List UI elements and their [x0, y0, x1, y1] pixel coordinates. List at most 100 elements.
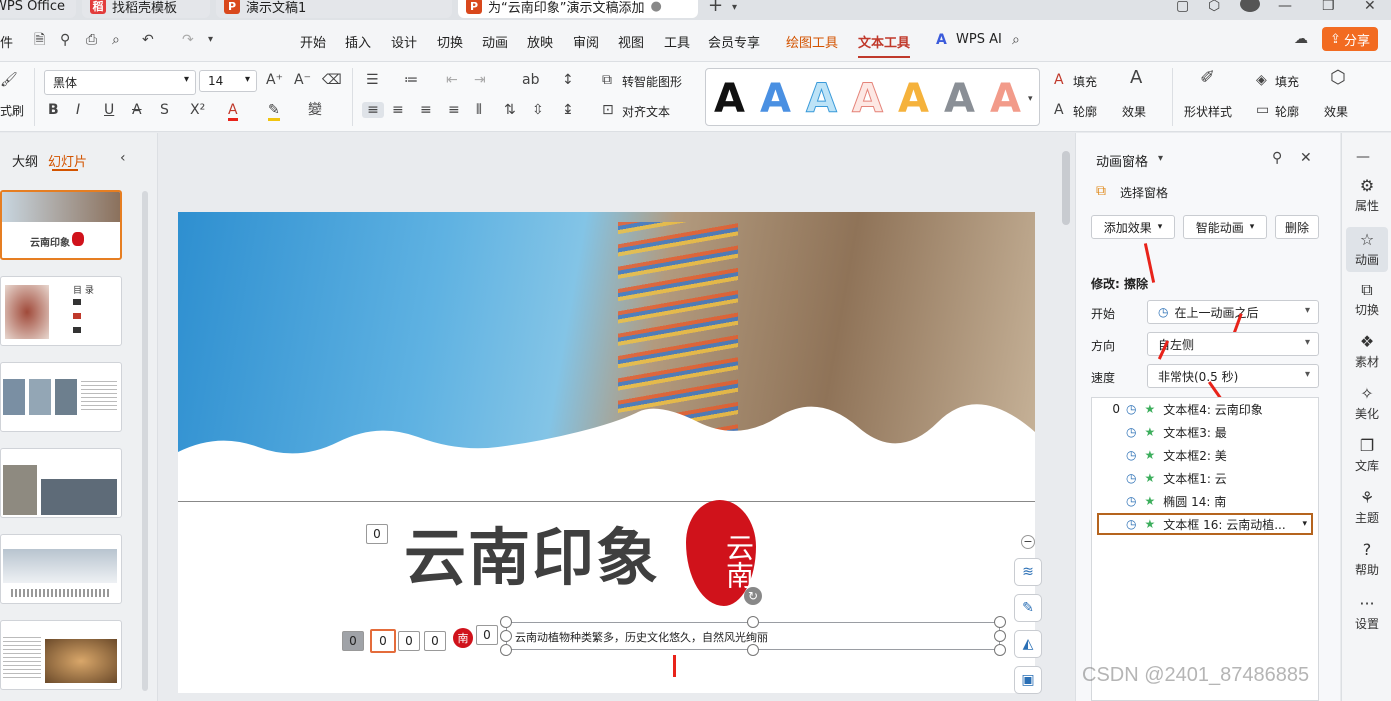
tab-wps-office[interactable]: WPS Office: [0, 0, 76, 18]
layers-icon[interactable]: ≋: [1014, 558, 1042, 586]
text-style-outline-red[interactable]: A: [852, 77, 884, 122]
tab-active-presentation[interactable]: P 为“云南印象”演示文稿添加 ●: [458, 0, 698, 18]
sidebar-item-theme[interactable]: ⚘ 主题: [1342, 489, 1391, 526]
sidebar-item-settings[interactable]: ··· 设置: [1342, 595, 1391, 632]
cloud-upload-icon[interactable]: ☁: [1294, 31, 1308, 47]
menu-slideshow[interactable]: 放映: [527, 32, 553, 51]
tab-templates[interactable]: 稻找稻壳模板: [82, 0, 210, 18]
font-size-select[interactable]: 14 ▾: [199, 70, 257, 92]
anim-tag-selected[interactable]: 0: [370, 629, 396, 653]
shape-effect-button[interactable]: 效果: [1324, 103, 1348, 120]
search-icon[interactable]: ⌕: [1012, 32, 1020, 48]
numbering-icon[interactable]: ≔: [404, 72, 418, 88]
superscript-icon[interactable]: X²: [190, 102, 205, 118]
resize-handle[interactable]: [500, 616, 512, 628]
text-fill-button[interactable]: 填充: [1073, 73, 1097, 90]
indent-icon[interactable]: ⇥: [474, 72, 486, 88]
animation-list-item-selected[interactable]: ◷ ★ 文本框 16: 云南动植... ▾: [1097, 513, 1313, 535]
menu-design[interactable]: 设计: [391, 32, 417, 51]
font-color-icon[interactable]: A: [228, 102, 238, 121]
sidebar-item-animation[interactable]: ☆ 动画: [1346, 227, 1388, 272]
rotate-handle-icon[interactable]: ↻: [744, 587, 762, 605]
outdent-icon[interactable]: ⇤: [446, 72, 458, 88]
anim-tag[interactable]: 0: [366, 524, 388, 544]
menu-member[interactable]: 会员专享: [708, 32, 760, 51]
text-style-gradient-red[interactable]: A: [990, 77, 1021, 121]
save-icon[interactable]: 🗎: [34, 32, 45, 48]
align-left-icon[interactable]: ≡: [362, 102, 384, 118]
select-pane-link[interactable]: 选择窗格: [1120, 184, 1168, 201]
animation-list-item[interactable]: ◷ ★ 椭圆 14: 南: [1092, 490, 1318, 512]
sidebar-item-beautify[interactable]: ✧ 美化: [1342, 385, 1391, 422]
menu-wps-ai[interactable]: WPS AI: [956, 32, 1002, 47]
char-spacing-icon[interactable]: 變: [308, 102, 322, 118]
key-icon[interactable]: ⚲: [60, 32, 70, 48]
quick-access-chevron-icon[interactable]: ▾: [208, 32, 213, 48]
shape-style-button[interactable]: 形状样式: [1184, 103, 1232, 120]
tab-presentation-1[interactable]: P 演示文稿1: [216, 0, 452, 18]
resize-handle[interactable]: [994, 644, 1006, 656]
animation-list-item[interactable]: ◷ ★ 文本框3: 最: [1092, 421, 1318, 443]
sidebar-item-properties[interactable]: ⚙ 属性: [1342, 177, 1391, 214]
format-painter-label[interactable]: 式刷: [0, 102, 24, 119]
line-spacing-icon[interactable]: ⇅: [504, 102, 516, 118]
minimize-bar-icon[interactable]: —: [1356, 149, 1370, 165]
menu-animation[interactable]: 动画: [482, 32, 508, 51]
menu-text-tools[interactable]: 文本工具: [858, 32, 911, 58]
animation-list-item[interactable]: ◷ ★ 文本框2: 美: [1092, 444, 1318, 466]
bold-icon[interactable]: B: [48, 102, 59, 118]
highlight-icon[interactable]: ✎: [268, 102, 280, 121]
resize-handle[interactable]: [500, 644, 512, 656]
anim-tag[interactable]: 0: [476, 625, 498, 645]
cube-icon[interactable]: ⬡: [1208, 0, 1220, 14]
align-right-icon[interactable]: ≡: [420, 102, 432, 118]
sidebar-item-library[interactable]: ❐ 文库: [1342, 437, 1391, 474]
anim-tag[interactable]: 0: [398, 631, 420, 651]
menu-tools[interactable]: 工具: [664, 32, 690, 51]
shape-outline-icon[interactable]: ▭: [1256, 102, 1269, 118]
sort-icon[interactable]: ↕: [562, 72, 574, 88]
collapse-pane-icon[interactable]: ‹: [120, 150, 126, 166]
redo-icon[interactable]: ↷: [182, 32, 194, 48]
text-effect-button[interactable]: 效果: [1122, 103, 1146, 120]
bullets-icon[interactable]: ☰: [366, 72, 379, 88]
resize-handle[interactable]: [747, 616, 759, 628]
pen-icon[interactable]: ✎: [1014, 594, 1042, 622]
print-preview-icon[interactable]: ⌕: [112, 32, 120, 48]
slide-thumbnail-3[interactable]: [0, 362, 122, 432]
start-select[interactable]: ◷ 在上一动画之后 ▾: [1147, 300, 1319, 324]
minimize-icon[interactable]: —: [1278, 0, 1292, 14]
justify-icon[interactable]: ≡: [448, 102, 460, 118]
gallery-expand-icon[interactable]: ▾: [1028, 91, 1033, 107]
slide-thumbnail-6[interactable]: [0, 620, 122, 690]
menu-view[interactable]: 视图: [618, 32, 644, 51]
restore-icon[interactable]: ❐: [1322, 0, 1335, 14]
tab-outline[interactable]: 大纲: [12, 151, 38, 170]
resize-handle[interactable]: [747, 644, 759, 656]
menu-review[interactable]: 审阅: [573, 32, 599, 51]
text-fill-icon[interactable]: A: [1054, 72, 1064, 88]
increase-font-icon[interactable]: A⁺: [266, 72, 283, 88]
menu-insert[interactable]: 插入: [345, 32, 371, 51]
text-style-black[interactable]: A: [714, 77, 745, 121]
text-effect-icon[interactable]: A: [1130, 69, 1142, 87]
menu-drawing-tools[interactable]: 绘图工具: [786, 32, 838, 51]
resize-handle[interactable]: [994, 616, 1006, 628]
format-painter-icon[interactable]: 🖌: [0, 72, 18, 88]
anim-tag[interactable]: 0: [342, 631, 364, 651]
shape-effect-icon[interactable]: ⬡: [1330, 69, 1346, 87]
tab-chevron-down-icon[interactable]: ▾: [732, 0, 737, 16]
frame-icon[interactable]: ▣: [1014, 666, 1042, 694]
text-outline-icon[interactable]: A: [1054, 102, 1064, 118]
distribute-icon[interactable]: ⫴: [476, 102, 482, 118]
direction-select[interactable]: 自左侧 ▾: [1147, 332, 1319, 356]
shadow-icon[interactable]: S: [160, 102, 169, 118]
shape-fill-button[interactable]: 填充: [1275, 73, 1299, 90]
animation-list-item[interactable]: ◷ ★ 文本框1: 云: [1092, 467, 1318, 489]
animation-list-item[interactable]: 0 ◷ ★ 文本框4: 云南印象: [1092, 398, 1318, 420]
undo-icon[interactable]: ↶: [142, 32, 154, 48]
menu-file[interactable]: 件: [0, 32, 13, 51]
canvas-scrollbar[interactable]: [1062, 151, 1070, 225]
sidebar-item-help[interactable]: ? 帮助: [1342, 541, 1391, 578]
pane-title-chevron-icon[interactable]: ▾: [1158, 151, 1163, 167]
